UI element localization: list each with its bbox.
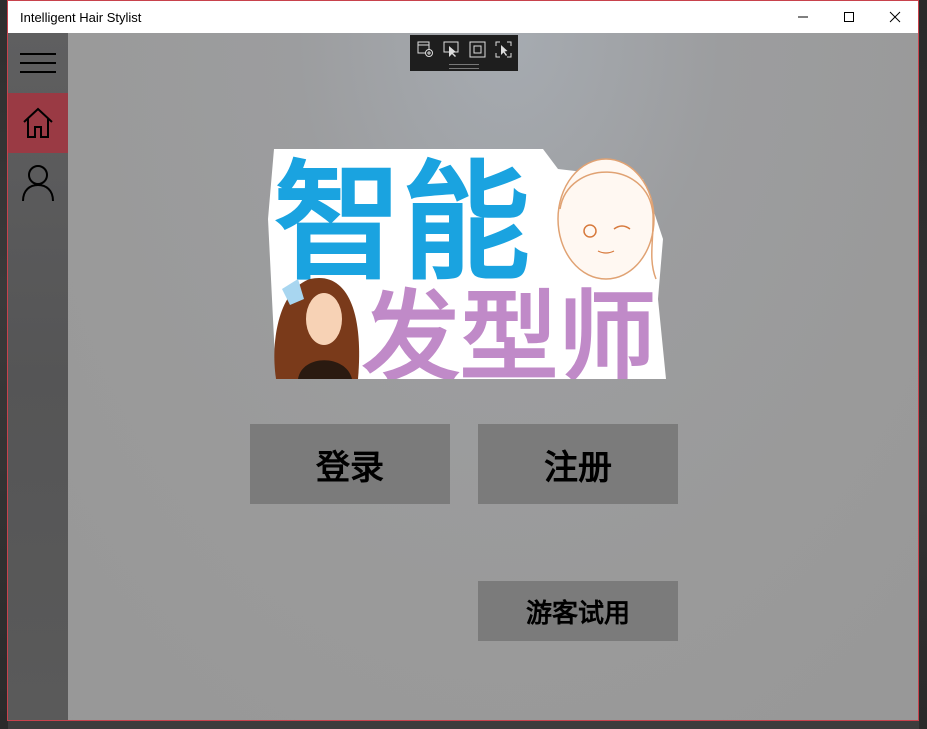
- main-content: 智能 发型师 登录 注册 游客试用: [8, 33, 918, 720]
- maximize-icon: [844, 12, 854, 22]
- app-logo: 智能 发型师: [268, 149, 666, 379]
- close-icon: [889, 11, 901, 23]
- track-focused-element-icon[interactable]: [495, 41, 512, 58]
- nav-item-home[interactable]: [8, 93, 68, 153]
- window-title: Intelligent Hair Stylist: [20, 9, 142, 25]
- sidebar: [8, 33, 68, 720]
- desktop-background-right: [919, 0, 927, 729]
- toolbar-grip[interactable]: [449, 64, 479, 69]
- user-icon: [22, 165, 54, 202]
- minimize-icon: [798, 16, 808, 18]
- hamburger-menu-button[interactable]: [8, 33, 68, 93]
- logo-text-line2: 发型师: [362, 281, 656, 379]
- minimize-button[interactable]: [780, 1, 826, 33]
- nav-item-user[interactable]: [8, 153, 68, 213]
- app-window: Intelligent Hair Stylist 智能 发型师 登录 注册 游客…: [7, 0, 919, 721]
- hamburger-menu-icon: [20, 53, 56, 73]
- login-button[interactable]: 登录: [250, 424, 450, 504]
- select-element-icon[interactable]: [443, 41, 460, 58]
- window-controls: [780, 1, 918, 33]
- register-button[interactable]: 注册: [478, 424, 678, 504]
- home-icon: [23, 107, 53, 138]
- debug-toolbar: [410, 35, 518, 71]
- title-bar[interactable]: Intelligent Hair Stylist: [8, 1, 918, 33]
- live-visual-tree-icon[interactable]: [417, 41, 434, 58]
- maximize-button[interactable]: [826, 1, 872, 33]
- guest-trial-button[interactable]: 游客试用: [478, 581, 678, 641]
- logo-text-line1: 智能: [274, 149, 530, 298]
- display-layout-adorners-icon[interactable]: [469, 41, 486, 58]
- close-button[interactable]: [872, 1, 918, 33]
